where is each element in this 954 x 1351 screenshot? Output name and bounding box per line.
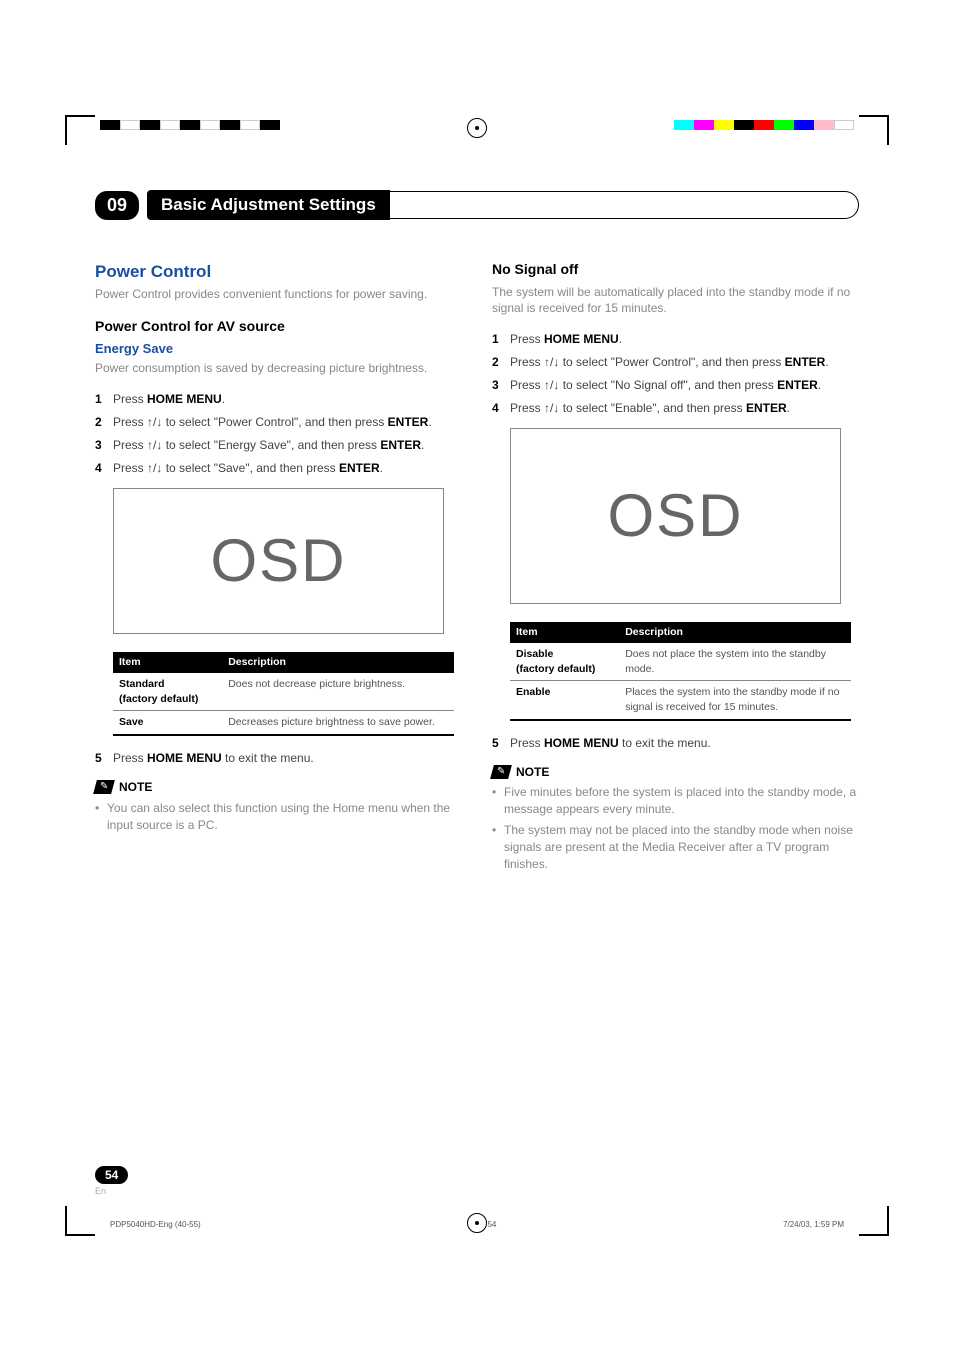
step-item: 4Press ↑/↓ to select "Enable", and then …: [492, 400, 859, 417]
th-item: Item: [113, 652, 222, 673]
table-row: Disable(factory default)Does not place t…: [510, 643, 851, 681]
th-desc: Description: [619, 622, 851, 643]
step-item: 3Press ↑/↓ to select "Energy Save", and …: [95, 437, 462, 454]
right-column: No Signal off The system will be automat…: [492, 260, 859, 876]
list-item: Five minutes before the system is placed…: [492, 784, 859, 818]
subsection-title: No Signal off: [492, 260, 859, 280]
osd-label: OSD: [531, 474, 820, 558]
step-item: 1Press HOME MENU.: [492, 331, 859, 348]
section-title: Power Control: [95, 260, 462, 284]
options-table: Item Description Disable(factory default…: [510, 622, 851, 720]
steps-list: 1Press HOME MENU. 2Press ↑/↓ to select "P…: [492, 331, 859, 416]
note-list: Five minutes before the system is placed…: [492, 784, 859, 872]
list-item: The system may not be placed into the st…: [492, 822, 859, 872]
step-5: 5 Press HOME MENU to exit the menu.: [492, 735, 859, 752]
page-number: 54: [95, 1166, 128, 1184]
left-column: Power Control Power Control provides con…: [95, 260, 462, 876]
section-intro: The system will be automatically placed …: [492, 284, 859, 318]
options-table: Item Description Standard(factory defaul…: [113, 652, 454, 736]
crop-mark: [65, 1206, 95, 1236]
step-item: 2Press ↑/↓ to select "Power Control", an…: [492, 354, 859, 371]
subsub-desc: Power consumption is saved by decreasing…: [95, 360, 462, 377]
crop-mark: [65, 115, 95, 145]
step-item: 4Press ↑/↓ to select "Save", and then pr…: [95, 460, 462, 477]
note-header: ✎ NOTE: [95, 779, 462, 796]
osd-placeholder: OSD: [510, 428, 841, 604]
table-row: SaveDecreases picture brightness to save…: [113, 711, 454, 735]
chapter-header: 09 Basic Adjustment Settings: [95, 190, 859, 220]
pencil-icon: ✎: [490, 765, 512, 779]
steps-list: 1Press HOME MENU. 2Press ↑/↓ to select "P…: [95, 391, 462, 476]
osd-label: OSD: [134, 519, 423, 603]
list-item: You can also select this function using …: [95, 800, 462, 834]
note-header: ✎ NOTE: [492, 764, 859, 781]
header-rule: [390, 191, 859, 219]
footer-mid: 54: [487, 1220, 496, 1229]
note-list: You can also select this function using …: [95, 800, 462, 834]
color-bar: [674, 120, 854, 130]
page-number-badge: 54 En: [95, 1166, 128, 1196]
note-label: NOTE: [119, 779, 152, 796]
registration-mark: [467, 118, 487, 138]
crop-mark: [859, 1206, 889, 1236]
footer-left: PDP5040HD-Eng (40-55): [110, 1220, 201, 1229]
step-item: 3Press ↑/↓ to select "No Signal off", an…: [492, 377, 859, 394]
footer: PDP5040HD-Eng (40-55) 54 7/24/03, 1:59 P…: [110, 1220, 844, 1229]
page-lang: En: [95, 1186, 128, 1196]
step-item: 1Press HOME MENU.: [95, 391, 462, 408]
footer-right: 7/24/03, 1:59 PM: [783, 1220, 844, 1229]
chapter-number: 09: [95, 191, 139, 220]
osd-placeholder: OSD: [113, 488, 444, 634]
th-item: Item: [510, 622, 619, 643]
subsection-title: Power Control for AV source: [95, 317, 462, 337]
pencil-icon: ✎: [93, 780, 115, 794]
step-item: 2Press ↑/↓ to select "Power Control", an…: [95, 414, 462, 431]
crop-mark: [859, 115, 889, 145]
step-5: 5 Press HOME MENU to exit the menu.: [95, 750, 462, 767]
note-label: NOTE: [516, 764, 549, 781]
th-desc: Description: [222, 652, 454, 673]
subsub-title: Energy Save: [95, 340, 462, 358]
chapter-title: Basic Adjustment Settings: [147, 190, 390, 220]
table-row: EnablePlaces the system into the standby…: [510, 681, 851, 720]
section-intro: Power Control provides convenient functi…: [95, 286, 462, 303]
color-bar: [100, 120, 280, 130]
table-row: Standard(factory default)Does not decrea…: [113, 673, 454, 711]
